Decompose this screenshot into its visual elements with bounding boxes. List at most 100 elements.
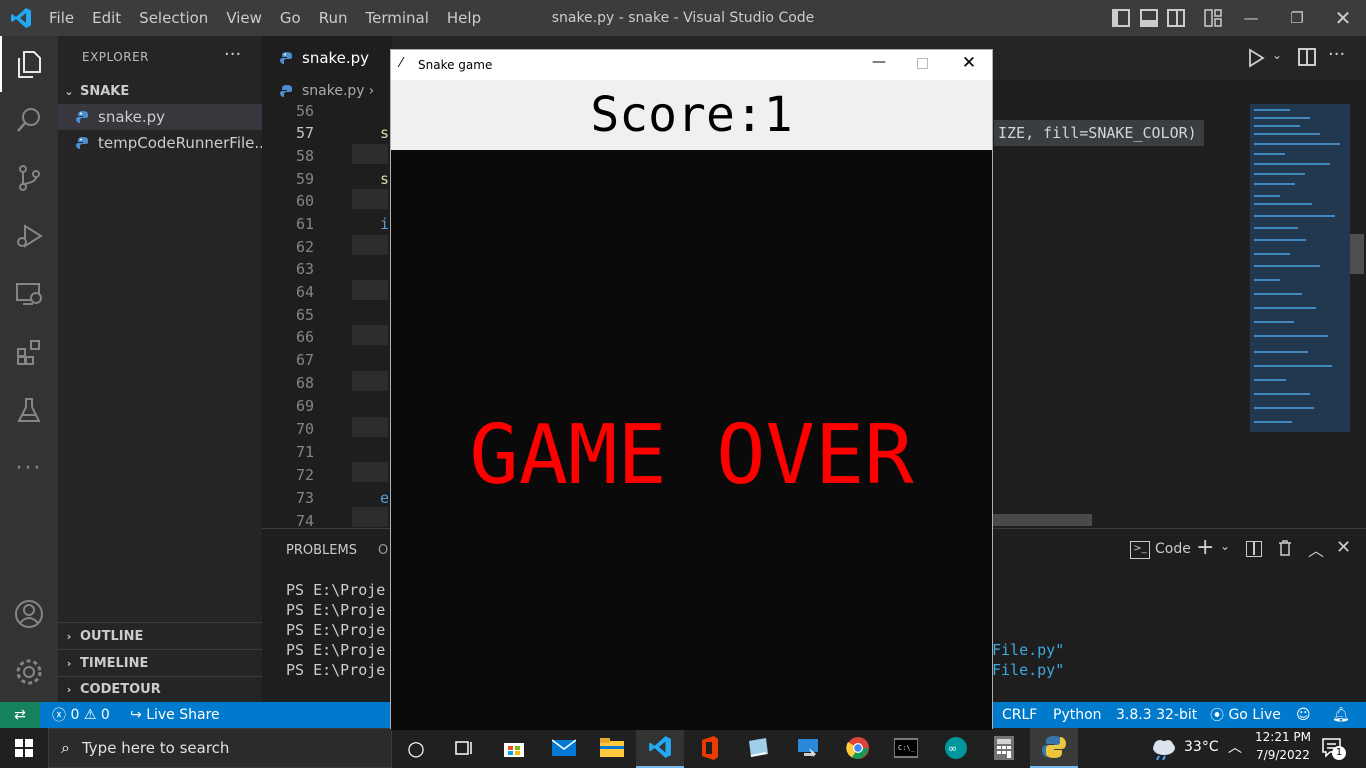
- clock-date[interactable]: 7/9/2022: [1250, 748, 1316, 762]
- section-outline[interactable]: › OUTLINE: [58, 623, 262, 649]
- chrome-icon[interactable]: [834, 728, 882, 768]
- folder-snake[interactable]: ⌄ SNAKE: [58, 78, 262, 104]
- run-python-file-icon[interactable]: [1246, 48, 1266, 68]
- score-label: Score:1: [590, 87, 793, 143]
- maximize-panel-chevron-up-icon[interactable]: ︿: [1308, 537, 1324, 561]
- temperature-label[interactable]: 33°C: [1184, 739, 1219, 755]
- section-codetour[interactable]: › CODETOUR: [58, 676, 262, 702]
- minimap-lines-icon: [1250, 104, 1350, 432]
- action-center-icon[interactable]: 1: [1322, 738, 1346, 760]
- terminal-line-tail: File.py": [992, 661, 1065, 679]
- notification-badge: 1: [1332, 746, 1346, 760]
- editor-more-icon[interactable]: ···: [1328, 44, 1345, 65]
- svg-text:C:\_: C:\_: [898, 744, 916, 752]
- close-icon[interactable]: ✕: [1320, 0, 1366, 36]
- vscode-taskbar-icon[interactable]: [636, 728, 684, 768]
- run-debug-icon[interactable]: [0, 208, 58, 264]
- language-status[interactable]: Python: [1053, 702, 1102, 728]
- split-terminal-icon[interactable]: [1246, 541, 1262, 557]
- breadcrumb-separator-icon: ›: [368, 83, 375, 99]
- more-icon[interactable]: ···: [0, 440, 58, 496]
- settings-gear-icon[interactable]: [0, 644, 58, 700]
- live-share-button[interactable]: ↪ Live Share: [130, 702, 220, 728]
- windows-start-icon[interactable]: [0, 728, 48, 768]
- line-number: 59: [295, 170, 314, 188]
- search-icon[interactable]: [0, 92, 58, 148]
- eol-status[interactable]: CRLF: [1002, 702, 1037, 728]
- game-minimize-icon[interactable]: —: [869, 54, 889, 70]
- remote-indicator-icon[interactable]: ⇄: [0, 702, 40, 728]
- toggle-secondary-sidebar-icon[interactable]: [1167, 9, 1185, 27]
- notes-app-icon[interactable]: [734, 728, 782, 768]
- line-number: 63: [295, 260, 314, 278]
- close-panel-icon[interactable]: ✕: [1336, 537, 1351, 558]
- show-hidden-icons-chevron-icon[interactable]: ︿: [1228, 737, 1242, 757]
- indent-block: [352, 325, 388, 345]
- new-terminal-icon[interactable]: +: [1196, 535, 1214, 560]
- testing-flask-icon[interactable]: [0, 382, 58, 438]
- indent-block: [352, 235, 388, 255]
- arduino-icon[interactable]: ∞: [932, 728, 980, 768]
- customize-layout-icon[interactable]: [1204, 9, 1222, 27]
- line-number: 57: [295, 124, 314, 142]
- game-window-titlebar[interactable]: ⁄ Snake game — ✕: [391, 50, 992, 80]
- terminal-line: PS E:\Proje: [286, 641, 386, 659]
- restore-icon[interactable]: ❐: [1274, 0, 1320, 36]
- extensions-icon[interactable]: [0, 324, 58, 380]
- clock-time[interactable]: 12:21 PM: [1250, 730, 1316, 744]
- file-item-tempcoderunner[interactable]: tempCodeRunnerFile....: [58, 130, 262, 156]
- tab-snake-py[interactable]: snake.py: [262, 36, 392, 80]
- vertical-scrollbar-thumb[interactable]: [1350, 234, 1364, 274]
- snake-game-window[interactable]: ⁄ Snake game — ✕ Score:1 GAME OVER: [390, 49, 993, 730]
- notifications-bell-icon[interactable]: 🔔︎: [1332, 702, 1350, 728]
- explorer-icon[interactable]: [0, 36, 58, 92]
- line-number: 56: [295, 102, 314, 120]
- terminal-dropdown-chevron-icon[interactable]: ⌄: [1220, 539, 1230, 553]
- task-view-icon[interactable]: [440, 728, 488, 768]
- horizontal-scrollbar[interactable]: [992, 514, 1092, 526]
- office-icon[interactable]: [686, 728, 734, 768]
- command-prompt-icon[interactable]: C:\_: [882, 728, 930, 768]
- remote-explorer-icon[interactable]: [0, 266, 58, 322]
- terminal-line: PS E:\Proje: [286, 661, 386, 679]
- split-editor-icon[interactable]: [1298, 48, 1316, 66]
- kill-terminal-trash-icon[interactable]: [1276, 539, 1294, 557]
- go-live-button[interactable]: ⦿ Go Live: [1210, 702, 1281, 728]
- weather-cloud-icon[interactable]: [1150, 736, 1178, 761]
- minimap[interactable]: [1250, 104, 1352, 434]
- feedback-icon[interactable]: ☺: [1296, 702, 1311, 728]
- toggle-panel-icon[interactable]: [1140, 9, 1158, 27]
- breadcrumb-file[interactable]: snake.py: [302, 83, 365, 99]
- explorer-header: EXPLORER: [82, 50, 149, 64]
- taskbar-search-box[interactable]: ⌕ Type here to search: [48, 728, 392, 768]
- cortana-icon[interactable]: ○: [392, 728, 440, 768]
- indent-block: [352, 507, 388, 527]
- file-explorer-icon[interactable]: [588, 728, 636, 768]
- explorer-more-icon[interactable]: ···: [224, 44, 241, 65]
- run-dropdown-chevron-icon[interactable]: ⌄: [1272, 48, 1282, 62]
- source-control-icon[interactable]: [0, 150, 58, 206]
- microsoft-store-icon[interactable]: [490, 728, 538, 768]
- tab-output[interactable]: O: [378, 543, 388, 558]
- line-number: 67: [295, 351, 314, 369]
- problems-status[interactable]: ⓧ 0 ⚠ 0: [52, 702, 110, 728]
- tab-problems[interactable]: PROBLEMS: [286, 543, 357, 558]
- terminal-line: PS E:\Proje: [286, 601, 386, 619]
- game-close-icon[interactable]: ✕: [959, 53, 979, 73]
- title-bar: File Edit Selection View Go Run Terminal…: [0, 0, 1366, 36]
- remote-desktop-icon[interactable]: [784, 728, 832, 768]
- mail-icon[interactable]: [540, 728, 588, 768]
- file-label: snake.py: [98, 108, 166, 126]
- minimize-icon[interactable]: —: [1228, 0, 1274, 36]
- accounts-icon[interactable]: [0, 586, 58, 642]
- activity-bar: ···: [0, 36, 58, 702]
- interpreter-status[interactable]: 3.8.3 32-bit: [1116, 702, 1197, 728]
- section-timeline[interactable]: › TIMELINE: [58, 650, 262, 676]
- python-taskbar-icon[interactable]: [1030, 728, 1078, 768]
- file-item-snake-py[interactable]: snake.py: [58, 104, 262, 130]
- calculator-icon[interactable]: [980, 728, 1028, 768]
- game-canvas[interactable]: GAME OVER: [391, 150, 992, 730]
- terminal-name[interactable]: Code: [1155, 541, 1191, 557]
- toggle-sidebar-icon[interactable]: [1112, 9, 1130, 27]
- section-label: CODETOUR: [80, 681, 161, 697]
